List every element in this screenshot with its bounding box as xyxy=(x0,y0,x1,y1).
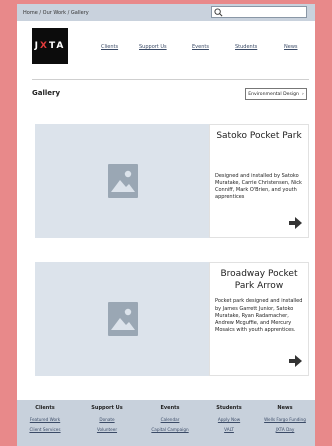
footer-column-students: Students Apply Now VALT xyxy=(204,405,254,437)
filter-label: Environmental Design xyxy=(248,91,299,97)
footer-link[interactable]: Client Services xyxy=(20,427,70,432)
page: Home / Our Work / Gallery JXTA Clients S… xyxy=(17,4,315,446)
footer-heading: Events xyxy=(160,405,180,411)
footer-link[interactable]: VALT xyxy=(204,427,254,432)
image-placeholder-icon xyxy=(107,164,138,198)
card-info-panel: Broadway Pocket Park Arrow Pocket park d… xyxy=(209,262,309,376)
footer-column-news: News Wells Fargo Funding JXTA Day xyxy=(257,405,313,437)
site-footer: Clients Featured Work Client Services Su… xyxy=(17,400,315,446)
card-description: Pocket park designed and installed by Ja… xyxy=(215,298,303,334)
top-bar: Home / Our Work / Gallery xyxy=(17,4,315,21)
nav-events[interactable]: Events xyxy=(192,44,209,50)
card-description: Designed and installed by Satoko Muratak… xyxy=(215,172,302,201)
footer-link[interactable]: Apply Now xyxy=(204,417,254,422)
footer-heading: News xyxy=(277,405,293,411)
card-title: Satoko Pocket Park xyxy=(216,131,302,141)
breadcrumb: Home / Our Work / Gallery xyxy=(23,9,89,16)
footer-link[interactable]: Featured Work xyxy=(20,417,70,422)
footer-link[interactable]: Wells Fargo Funding xyxy=(257,417,313,422)
footer-heading: Students xyxy=(216,405,242,411)
footer-column-events: Events Calendar Capital Campaign xyxy=(141,405,199,437)
footer-column-clients: Clients Featured Work Client Services xyxy=(20,405,70,437)
search-input[interactable] xyxy=(211,6,307,18)
nav-support-us[interactable]: Support Us xyxy=(139,44,167,50)
card-image[interactable] xyxy=(35,262,210,376)
footer-link[interactable]: Volunteer xyxy=(82,427,132,432)
main-nav: Clients Support Us Events Students News xyxy=(17,44,315,54)
arrow-right-icon[interactable] xyxy=(289,355,302,367)
chevron-right-icon: › xyxy=(301,91,304,97)
gallery-card[interactable]: Satoko Pocket Park Designed and installe… xyxy=(35,124,309,238)
footer-column-support-us: Support Us Donate Volunteer xyxy=(82,405,132,437)
header-divider xyxy=(32,79,309,80)
page-title: Gallery xyxy=(32,89,61,97)
footer-link[interactable]: Capital Campaign xyxy=(141,427,199,432)
gallery-card[interactable]: Broadway Pocket Park Arrow Pocket park d… xyxy=(35,262,309,376)
image-placeholder-icon xyxy=(107,302,138,336)
arrow-right-icon[interactable] xyxy=(289,217,302,229)
nav-clients[interactable]: Clients xyxy=(101,44,118,50)
card-title: Broadway Pocket Park Arrow xyxy=(220,269,298,291)
footer-link[interactable]: JXTA Day xyxy=(257,427,313,432)
card-info-panel: Satoko Pocket Park Designed and installe… xyxy=(209,124,309,238)
card-image[interactable] xyxy=(35,124,210,238)
category-filter-button[interactable]: Environmental Design › xyxy=(245,88,307,100)
footer-heading: Support Us xyxy=(91,405,123,411)
footer-link[interactable]: Calendar xyxy=(141,417,199,422)
footer-link[interactable]: Donate xyxy=(82,417,132,422)
nav-news[interactable]: News xyxy=(284,44,298,50)
search-icon xyxy=(214,7,223,16)
nav-students[interactable]: Students xyxy=(235,44,257,50)
footer-heading: Clients xyxy=(35,405,55,411)
